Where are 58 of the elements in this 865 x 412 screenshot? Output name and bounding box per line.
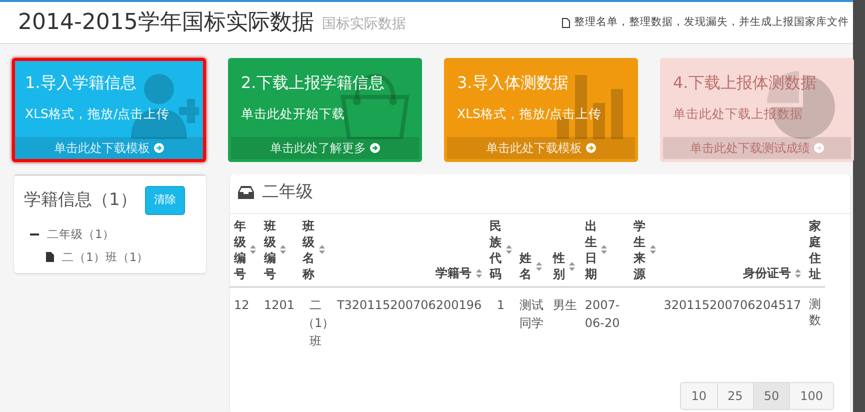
column-header[interactable]: 出生日期 [584,218,597,282]
column-header[interactable]: 民族代码 [490,218,502,282]
table-title: 二年级 [262,181,313,204]
page-subtitle: 国标实际数据 [322,15,406,34]
page-size-button[interactable]: 50 [754,383,790,410]
table-cell: 1 [496,298,505,312]
arrow-circle-icon [154,143,164,153]
page-title: 2014-2015学年国标实际数据 [18,9,314,37]
tile-title: 4.下载上报体测数据 [673,72,818,94]
table-cell: 12 [234,298,250,312]
sort-icon[interactable] [318,245,325,254]
column-header[interactable]: 家庭住址 [809,218,822,282]
tile-title: 3.导入体测数据 [457,72,570,94]
tile-title: 1.导入学籍信息 [25,72,138,94]
sort-icon[interactable] [600,245,607,254]
sort-icon[interactable] [280,245,286,254]
table-cell: 男生 [552,298,577,312]
file-icon[interactable] [46,252,54,262]
page-size-button[interactable]: 10 [681,383,718,410]
tree-item[interactable]: 二（1）班（1） [62,248,149,266]
table-cell-text: 测试同学 [520,297,545,332]
sort-icon[interactable] [795,268,802,278]
tile-subtitle: 单击此处下载上报数据 [673,105,804,123]
column-header[interactable]: 学生来源 [634,218,646,282]
page-size-button[interactable]: 25 [718,383,754,410]
arrow-circle-icon [370,143,380,153]
table-cell: 测数 [809,296,822,329]
inbox-icon [238,186,254,200]
sort-icon[interactable] [506,245,512,254]
table-cell: T320115200706200196 [336,298,482,312]
arrow-circle-icon [814,143,824,153]
sort-icon[interactable] [476,268,482,278]
column-header[interactable]: 姓名 [520,250,532,282]
column-header[interactable]: 年级编号 [234,218,246,282]
page-size-button[interactable]: 100 [790,383,833,410]
column-header[interactable]: 性别 [552,250,565,282]
table-cell: 320115200706204517 [664,298,802,312]
table-cell-text: 二（1）班 [302,297,329,350]
table-cell-text: 2007-06-20 [584,297,621,332]
column-header[interactable]: 学籍号 [436,264,472,282]
tile-title: 2.下载上报学籍信息 [241,72,386,94]
column-header[interactable]: 身份证号 [743,264,792,282]
tile-subtitle: XLS格式，拖放/点击上传 [25,105,171,123]
file-icon [562,18,570,28]
sidebar-title: 学籍信息（1） [24,188,137,212]
sort-icon[interactable] [536,262,542,271]
column-header[interactable]: 班级名称 [302,218,315,282]
tree-item[interactable]: 二年级（1） [47,226,114,243]
arrow-circle-icon [586,143,596,153]
sort-icon[interactable] [250,245,256,254]
upload-tile[interactable]: 2.下载上报学籍信息 单击此处开始下载 单击此处了解更多 [228,58,422,162]
header-note: 整理名单，整理数据，发现漏失，并生成上报国家库文件 [574,14,849,30]
column-header[interactable]: 班级编号 [264,218,276,282]
sort-icon[interactable] [650,245,656,254]
tile-subtitle: XLS格式，拖放/点击上传 [457,105,603,123]
sort-icon[interactable] [568,262,575,271]
tile-subtitle: 单击此处开始下载 [241,105,346,123]
table-cell: 1201 [264,298,295,312]
